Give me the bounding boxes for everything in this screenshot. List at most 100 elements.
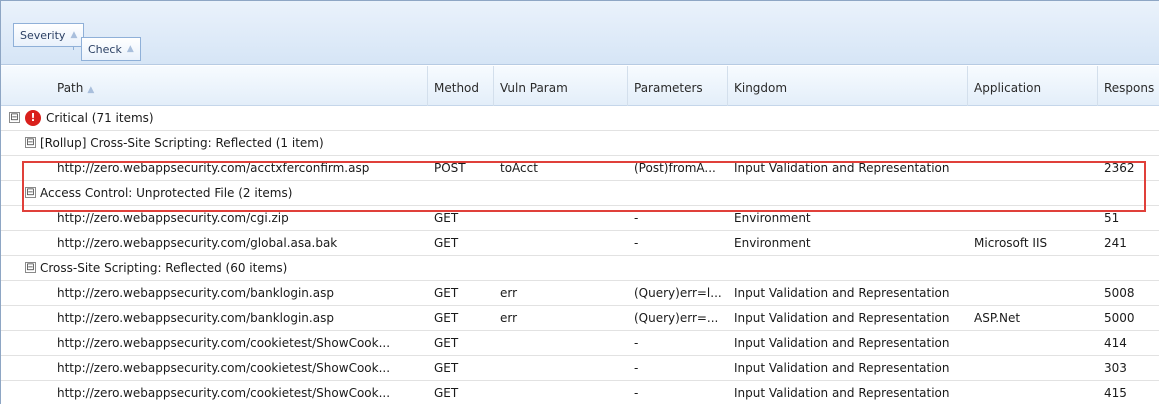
method-cell: GET xyxy=(434,311,459,325)
parameters-cell: (Query)err=... xyxy=(634,311,719,325)
column-header-response[interactable]: Respons xyxy=(1098,66,1159,106)
severity-group-row[interactable]: ⊟ ! Critical (71 items) xyxy=(1,106,1159,131)
collapse-icon[interactable]: ⊟ xyxy=(25,137,36,148)
column-header-parameters[interactable]: Parameters xyxy=(628,66,728,106)
parameters-cell: - xyxy=(634,211,639,225)
column-header-kingdom[interactable]: Kingdom xyxy=(728,66,968,106)
response-cell: 241 xyxy=(1104,236,1127,250)
group-chip-severity[interactable]: Severity ▲ xyxy=(13,23,85,47)
application-cell xyxy=(974,356,1098,380)
severity-group-label: Critical (71 items) xyxy=(46,111,154,125)
response-cell: 303 xyxy=(1104,361,1127,375)
path-cell: http://zero.webappsecurity.com/acctxferc… xyxy=(57,161,370,175)
collapse-icon[interactable]: ⊟ xyxy=(9,112,20,123)
vuln-param-cell: toAcct xyxy=(500,161,538,175)
kingdom-cell: Input Validation and Representation xyxy=(734,361,950,375)
method-cell: GET xyxy=(434,286,459,300)
sort-ascending-icon: ▲ xyxy=(126,44,134,54)
kingdom-cell: Input Validation and Representation xyxy=(734,161,950,175)
group-chip-label: Severity xyxy=(20,28,66,42)
parameters-cell: - xyxy=(634,236,639,250)
vuln-param-cell: err xyxy=(500,311,518,325)
response-cell: 415 xyxy=(1104,386,1127,400)
parameters-cell: - xyxy=(634,361,639,375)
method-cell: GET xyxy=(434,386,459,400)
column-header-vuln-param[interactable]: Vuln Param xyxy=(494,66,628,106)
column-header-label: Method xyxy=(434,81,480,95)
column-header-label: Application xyxy=(974,81,1042,95)
sort-ascending-icon: ▲ xyxy=(70,30,78,40)
check-group-label: [Rollup] Cross-Site Scripting: Reflected… xyxy=(40,136,324,150)
kingdom-cell: Input Validation and Representation xyxy=(734,311,950,325)
method-cell: GET xyxy=(434,336,459,350)
column-header-label: Parameters xyxy=(634,81,703,95)
method-cell: GET xyxy=(434,236,459,250)
vuln-param-cell xyxy=(500,381,626,404)
critical-alert-icon: ! xyxy=(25,110,41,126)
path-cell: http://zero.webappsecurity.com/banklogin… xyxy=(57,311,334,325)
application-cell xyxy=(974,331,1098,355)
table-row[interactable]: http://zero.webappsecurity.com/cookietes… xyxy=(1,356,1159,381)
path-cell: http://zero.webappsecurity.com/banklogin… xyxy=(57,286,334,300)
parameters-cell: (Query)err=l... xyxy=(634,286,722,300)
response-cell: 5000 xyxy=(1104,311,1135,325)
parameters-cell: (Post)fromA... xyxy=(634,161,716,175)
vuln-param-cell: err xyxy=(500,286,518,300)
parameters-cell: - xyxy=(634,336,639,350)
kingdom-cell: Input Validation and Representation xyxy=(734,336,950,350)
check-group-row[interactable]: ⊟ [Rollup] Cross-Site Scripting: Reflect… xyxy=(1,131,1159,156)
collapse-icon[interactable]: ⊟ xyxy=(25,187,36,198)
column-header-path[interactable]: Path ▲ xyxy=(1,66,428,106)
kingdom-cell: Environment xyxy=(734,236,811,250)
table-row[interactable]: http://zero.webappsecurity.com/banklogin… xyxy=(1,281,1159,306)
response-cell: 5008 xyxy=(1104,286,1135,300)
path-cell: http://zero.webappsecurity.com/global.as… xyxy=(57,236,338,250)
application-cell xyxy=(974,381,1098,404)
column-header-label: Vuln Param xyxy=(500,81,568,95)
application-cell xyxy=(974,156,1098,180)
kingdom-cell: Environment xyxy=(734,211,811,225)
table-row[interactable]: http://zero.webappsecurity.com/cookietes… xyxy=(1,331,1159,356)
collapse-icon[interactable]: ⊟ xyxy=(25,262,36,273)
response-cell: 414 xyxy=(1104,336,1127,350)
table-row[interactable]: http://zero.webappsecurity.com/cookietes… xyxy=(1,381,1159,404)
path-cell: http://zero.webappsecurity.com/cgi.zip xyxy=(57,211,289,225)
group-chip-check[interactable]: Check ▲ xyxy=(81,37,141,61)
column-header-label: Kingdom xyxy=(734,81,788,95)
method-cell: POST xyxy=(434,161,466,175)
application-cell xyxy=(974,206,1098,230)
column-header-row: Path ▲ Method Vuln Param Parameters Kingd… xyxy=(1,66,1159,106)
application-cell xyxy=(974,281,1098,305)
method-cell: GET xyxy=(434,361,459,375)
column-header-label: Respons xyxy=(1104,81,1155,95)
results-grid: Severity ▲ Check ▲ Path ▲ Method Vuln Par… xyxy=(0,0,1159,404)
application-cell: Microsoft IIS xyxy=(974,236,1048,250)
group-connector xyxy=(73,46,81,47)
sort-ascending-icon: ▲ xyxy=(87,85,95,95)
vuln-param-cell xyxy=(500,231,626,255)
column-header-label: Path xyxy=(57,81,84,95)
vuln-param-cell xyxy=(500,331,626,355)
response-cell: 51 xyxy=(1104,211,1120,225)
vuln-param-cell xyxy=(500,206,626,230)
table-row[interactable]: http://zero.webappsecurity.com/acctxferc… xyxy=(1,156,1159,181)
kingdom-cell: Input Validation and Representation xyxy=(734,286,950,300)
application-cell: ASP.Net xyxy=(974,311,1021,325)
path-cell: http://zero.webappsecurity.com/cookietes… xyxy=(57,386,391,400)
grid-body: ⊟ ! Critical (71 items) ⊟ [Rollup] Cross… xyxy=(1,106,1159,404)
check-group-row[interactable]: ⊟ Access Control: Unprotected File (2 it… xyxy=(1,181,1159,206)
kingdom-cell: Input Validation and Representation xyxy=(734,386,950,400)
table-row[interactable]: http://zero.webappsecurity.com/global.as… xyxy=(1,231,1159,256)
path-cell: http://zero.webappsecurity.com/cookietes… xyxy=(57,336,391,350)
group-chip-label: Check xyxy=(88,42,122,56)
table-row[interactable]: http://zero.webappsecurity.com/cgi.zip G… xyxy=(1,206,1159,231)
check-group-label: Access Control: Unprotected File (2 item… xyxy=(40,186,293,200)
check-group-row[interactable]: ⊟ Cross-Site Scripting: Reflected (60 it… xyxy=(1,256,1159,281)
column-header-method[interactable]: Method xyxy=(428,66,494,106)
parameters-cell: - xyxy=(634,386,639,400)
method-cell: GET xyxy=(434,211,459,225)
check-group-label: Cross-Site Scripting: Reflected (60 item… xyxy=(40,261,288,275)
table-row[interactable]: http://zero.webappsecurity.com/banklogin… xyxy=(1,306,1159,331)
group-by-panel: Severity ▲ Check ▲ xyxy=(1,1,1159,65)
column-header-application[interactable]: Application xyxy=(968,66,1098,106)
